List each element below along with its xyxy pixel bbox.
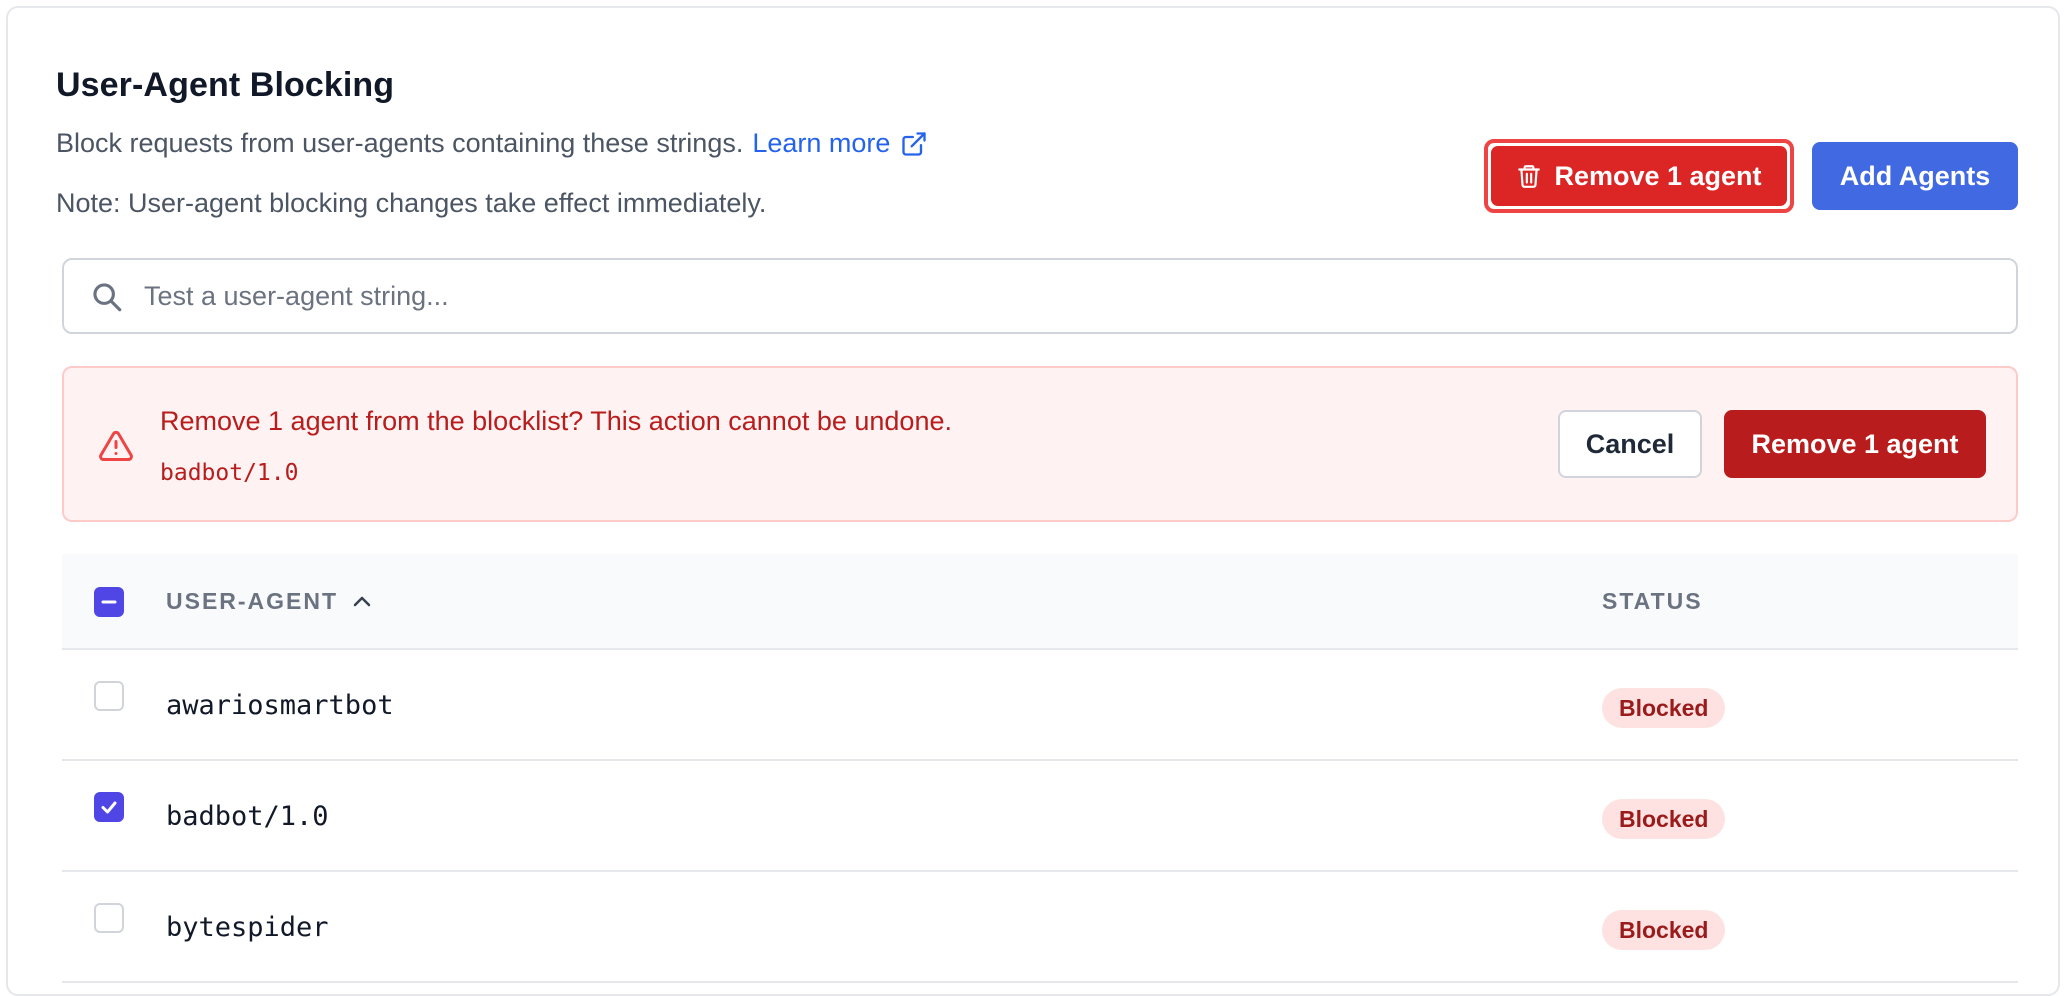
alert-agent-name: badbot/1.0: [160, 460, 299, 486]
description-text: Block requests from user-agents containi…: [56, 128, 744, 158]
status-badge: Blocked: [1602, 910, 1726, 950]
table-header: USER-AGENT STATUS: [62, 554, 2018, 650]
remove-agents-button-body[interactable]: Remove 1 agent: [1491, 146, 1787, 206]
search-field[interactable]: [62, 258, 2018, 334]
row-checkbox[interactable]: [94, 903, 124, 933]
page-title: User-Agent Blocking: [56, 66, 395, 104]
table-row: bytespider Blocked: [62, 872, 2018, 983]
column-header-user-agent[interactable]: USER-AGENT: [166, 588, 374, 615]
checkmark-icon: [101, 801, 117, 814]
row-checkbox[interactable]: [94, 681, 124, 711]
user-agent-table: USER-AGENT STATUS awariosmartbot Blocked…: [62, 554, 2018, 983]
remove-agents-label: Remove 1 agent: [1554, 160, 1762, 191]
description: Block requests from user-agents containi…: [56, 128, 928, 159]
minus-icon: [101, 600, 117, 604]
alert-message: Remove 1 agent from the blocklist? This …: [160, 406, 952, 436]
warning-triangle-icon: [99, 430, 133, 461]
external-link-icon: [902, 131, 927, 156]
row-checkbox[interactable]: [94, 792, 124, 822]
select-all-checkbox[interactable]: [94, 587, 124, 617]
status-badge: Blocked: [1602, 688, 1726, 728]
column-header-user-agent-label: USER-AGENT: [166, 588, 339, 614]
search-input[interactable]: [144, 274, 1994, 318]
user-agent-blocking-card: User-Agent Blocking Block requests from …: [6, 6, 2060, 996]
trash-icon: [1518, 165, 1541, 188]
learn-more-link[interactable]: Learn more: [752, 128, 928, 159]
chevron-up-icon: [353, 596, 371, 606]
user-agent-name: badbot/1.0: [166, 801, 329, 832]
note-text: Note: User-agent blocking changes take e…: [56, 188, 767, 218]
status-badge: Blocked: [1602, 799, 1726, 839]
cancel-button[interactable]: Cancel: [1558, 410, 1702, 478]
user-agent-name: awariosmartbot: [166, 690, 394, 721]
confirm-removal-alert: Remove 1 agent from the blocklist? This …: [62, 366, 2018, 522]
learn-more-label: Learn more: [752, 128, 891, 158]
user-agent-name: bytespider: [166, 912, 329, 943]
confirm-remove-button[interactable]: Remove 1 agent: [1724, 410, 1986, 478]
column-header-status: STATUS: [1602, 588, 1703, 614]
table-row: awariosmartbot Blocked: [62, 650, 2018, 761]
search-icon: [93, 283, 122, 312]
table-row: badbot/1.0 Blocked: [62, 761, 2018, 872]
add-agents-button[interactable]: Add Agents: [1812, 142, 2018, 210]
remove-agents-button[interactable]: Remove 1 agent: [1484, 139, 1794, 213]
